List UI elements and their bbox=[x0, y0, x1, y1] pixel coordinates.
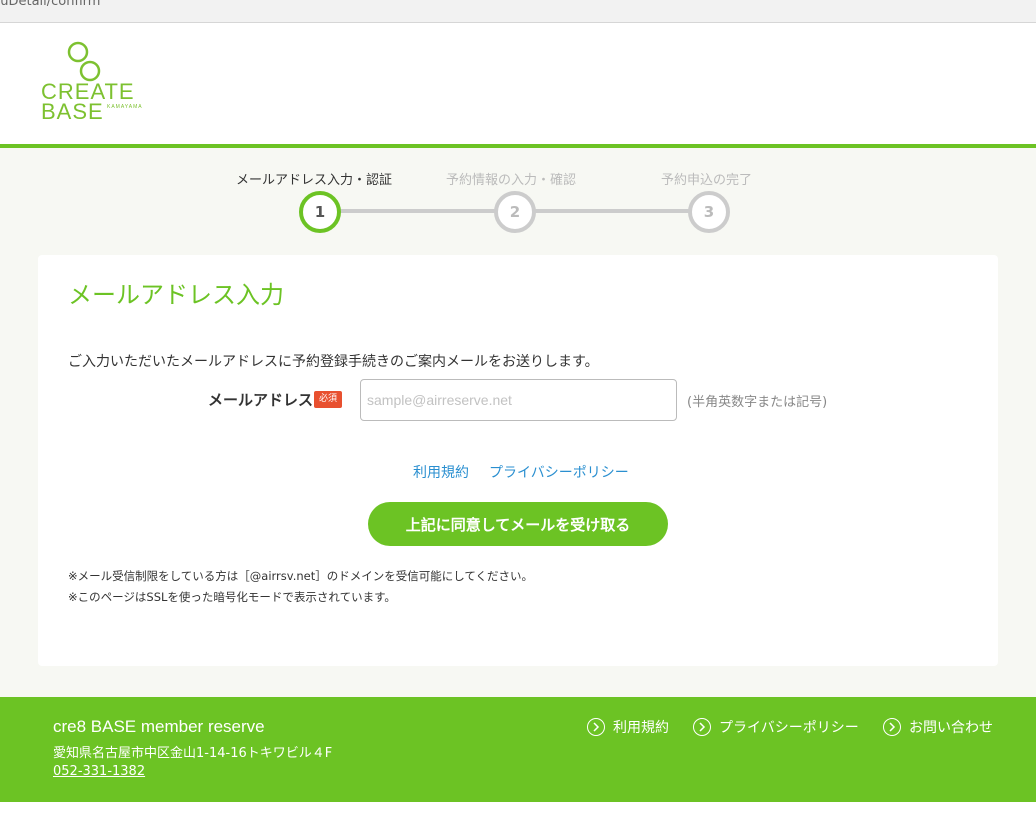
email-field[interactable] bbox=[360, 379, 677, 421]
terms-link[interactable]: 利用規約 bbox=[413, 465, 469, 481]
email-label: メールアドレス bbox=[208, 391, 314, 409]
url-text: nuDetail/confirm bbox=[0, 0, 101, 9]
intro-text: ご入力いただいたメールアドレスに予約登録手続きのご案内メールをお送りします。 bbox=[68, 354, 599, 370]
site-footer: cre8 BASE member reserve 愛知県名古屋市中区金山1-14… bbox=[0, 697, 1036, 802]
step-1-circle: 1 bbox=[299, 191, 341, 233]
footer-contact-link[interactable]: お問い合わせ bbox=[883, 717, 993, 737]
footer-contact-label: お問い合わせ bbox=[909, 720, 993, 736]
page-title: メールアドレス入力 bbox=[68, 281, 284, 309]
required-badge: 必須 bbox=[314, 391, 342, 408]
domain-note: ※メール受信制限をしている方は［@airrsv.net］のドメインを受信可能にし… bbox=[68, 569, 534, 583]
footer-terms-link[interactable]: 利用規約 bbox=[587, 717, 669, 737]
step-1-label: メールアドレス入力・認証 bbox=[236, 173, 393, 188]
footer-privacy-label: プライバシーポリシー bbox=[719, 720, 859, 736]
footer-privacy-link[interactable]: プライバシーポリシー bbox=[693, 717, 859, 737]
step-3-label: 予約申込の完了 bbox=[661, 173, 753, 188]
create-base-logo[interactable]: CREATE BASE KAMAYAMA bbox=[40, 41, 143, 125]
step-2-circle: 2 bbox=[494, 191, 536, 233]
policy-links: 利用規約 プライバシーポリシー bbox=[413, 462, 629, 482]
agree-and-receive-email-button[interactable]: 上記に同意してメールを受け取る bbox=[368, 502, 668, 546]
ssl-note: ※このページはSSLを使った暗号化モードで表示されています。 bbox=[68, 590, 396, 604]
site-header: CREATE BASE KAMAYAMA bbox=[0, 23, 1036, 144]
logo-text-base: BASE bbox=[41, 99, 104, 124]
footer-site-name: cre8 BASE member reserve bbox=[53, 717, 265, 736]
footer-terms-label: 利用規約 bbox=[613, 720, 669, 736]
email-form-card: メールアドレス入力 ご入力いただいたメールアドレスに予約登録手続きのご案内メール… bbox=[38, 255, 998, 666]
browser-url-bar[interactable]: nuDetail/confirm bbox=[0, 0, 1036, 23]
progress-steps: メールアドレス入力・認証 予約情報の入力・確認 予約申込の完了 1 2 3 bbox=[0, 148, 1036, 248]
logo-text-kamayama: KAMAYAMA bbox=[107, 104, 143, 110]
privacy-policy-link[interactable]: プライバシーポリシー bbox=[489, 465, 629, 481]
step-3-circle: 3 bbox=[688, 191, 730, 233]
chevron-right-circle-icon bbox=[883, 718, 901, 736]
footer-phone-link[interactable]: 052-331-1382 bbox=[53, 764, 145, 779]
footer-address: 愛知県名古屋市中区金山1-14-16トキワビル４F bbox=[53, 746, 333, 761]
chevron-right-circle-icon bbox=[587, 718, 605, 736]
step-2-label: 予約情報の入力・確認 bbox=[446, 173, 577, 188]
chevron-right-circle-icon bbox=[693, 718, 711, 736]
email-hint: (半角英数字または記号) bbox=[687, 395, 828, 410]
